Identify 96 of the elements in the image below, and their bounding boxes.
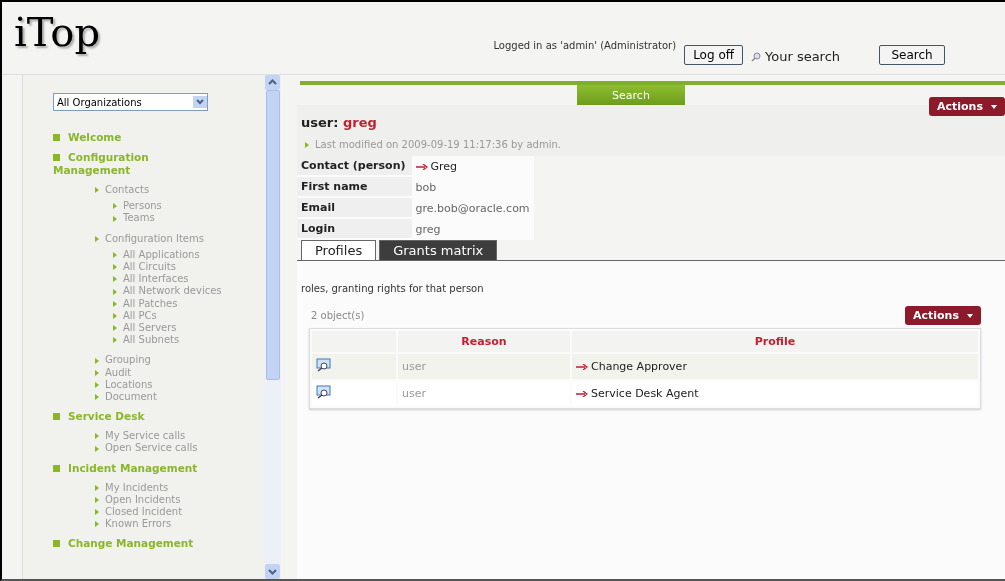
menu-item[interactable]: All Circuits: [113, 261, 264, 274]
bullet-icon: [95, 394, 99, 401]
bullet-icon: [113, 337, 117, 344]
bullet-icon: [95, 509, 99, 516]
table-cell: user: [398, 354, 570, 379]
menu-item[interactable]: Grouping: [95, 354, 264, 367]
bullet-icon: [113, 264, 117, 271]
field-label: First name: [297, 177, 412, 196]
menu-item[interactable]: Known Errors: [95, 518, 264, 531]
bullet-icon: [113, 312, 117, 319]
bullet-icon: [95, 381, 99, 388]
bullet-icon: [53, 413, 60, 421]
tab-description: roles, granting rights for that person: [301, 283, 485, 294]
menu-item[interactable]: All Applications: [113, 248, 264, 261]
bullet-icon: [95, 496, 99, 503]
bullet-icon: [95, 357, 99, 364]
search-icon: [751, 51, 761, 62]
view-icon[interactable]: [316, 358, 332, 372]
menu-item[interactable]: Open Incidents: [95, 493, 264, 507]
bullet-icon: [53, 154, 60, 161]
menu-item[interactable]: Contacts: [95, 184, 264, 197]
column-header: Reason: [398, 331, 570, 352]
menu-section[interactable]: Configuration Management: [53, 151, 198, 177]
profile-link[interactable]: Change Approver: [591, 360, 687, 373]
scroll-up-icon[interactable]: [265, 75, 280, 90]
menu-item[interactable]: All Network devices: [113, 285, 264, 298]
object-count: 2 object(s): [311, 310, 365, 321]
bullet-icon: [305, 141, 309, 148]
search-tab[interactable]: Search: [577, 85, 685, 105]
menu-item[interactable]: All Patches: [113, 297, 264, 310]
scroll-down-icon[interactable]: [265, 564, 280, 579]
bullet-icon: [95, 369, 99, 376]
bullet-icon: [113, 276, 117, 283]
logo: iTop: [14, 12, 101, 52]
menu-item[interactable]: Persons: [113, 200, 264, 213]
arrow-icon: [576, 363, 588, 370]
bullet-icon: [53, 540, 60, 548]
table-cell: user: [398, 381, 570, 406]
dropdown-icon: [193, 96, 207, 108]
bullet-icon: [113, 251, 117, 258]
menu-item[interactable]: Teams: [113, 212, 264, 225]
organization-select[interactable]: All Organizations: [53, 93, 208, 111]
tab[interactable]: Profiles: [301, 240, 377, 260]
bullet-icon: [113, 288, 117, 295]
logoff-button[interactable]: Log off: [684, 45, 743, 65]
field-label: Email: [297, 198, 412, 217]
bullet-icon: [95, 433, 99, 440]
menu-section[interactable]: Incident Management: [53, 461, 198, 475]
menu-item[interactable]: Open Service calls: [95, 442, 264, 455]
bullet-icon: [95, 484, 99, 491]
column-header: Profile: [572, 331, 978, 352]
scrollbar-thumb[interactable]: [265, 90, 280, 380]
field-value: bob: [415, 181, 437, 194]
bullet-icon: [95, 187, 99, 194]
menu-item[interactable]: Configuration Items: [95, 232, 264, 245]
field-label: Login: [297, 219, 412, 238]
bullet-icon: [95, 445, 99, 452]
menu-item[interactable]: Document: [95, 391, 264, 404]
bullet-icon: [95, 521, 99, 528]
bullet-icon: [53, 134, 60, 141]
menu-item[interactable]: Audit: [95, 366, 264, 379]
field-label: Contact (person): [297, 156, 412, 175]
actions-button[interactable]: Actions: [929, 97, 1005, 116]
bullet-icon: [113, 203, 117, 210]
search-field[interactable]: Your search: [765, 49, 865, 64]
field-value: greg: [415, 223, 441, 236]
caret-icon: [991, 104, 997, 109]
menu-item[interactable]: Locations: [95, 378, 264, 392]
last-modified: Last modified on 2009-09-19 11:17:36 by admin.: [315, 139, 561, 150]
menu-section[interactable]: Welcome: [53, 131, 198, 144]
search-button[interactable]: Search: [879, 45, 945, 65]
arrow-icon: [576, 390, 588, 397]
menu-item[interactable]: All Servers: [113, 322, 264, 335]
bullet-icon: [113, 215, 117, 222]
view-icon[interactable]: [316, 385, 332, 399]
tab[interactable]: Grants matrix: [379, 240, 498, 260]
menu-item[interactable]: All Subnets: [113, 334, 264, 347]
bullet-icon: [53, 464, 60, 472]
arrow-icon: [415, 163, 428, 170]
caret-icon: [967, 313, 973, 318]
menu-item[interactable]: My Service calls: [95, 430, 264, 443]
menu-section[interactable]: Change Management: [53, 537, 198, 551]
field-link[interactable]: Greg: [430, 160, 458, 173]
profile-link[interactable]: Service Desk Agent: [591, 387, 699, 400]
bullet-icon: [113, 325, 117, 332]
bullet-icon: [95, 235, 99, 242]
menu-item[interactable]: Closed Incident: [95, 506, 264, 519]
menu-section[interactable]: Service Desk: [53, 410, 198, 424]
actions-button[interactable]: Actions: [905, 306, 981, 325]
menu-item[interactable]: All PCs: [113, 309, 264, 323]
menu-item[interactable]: All Interfaces: [113, 273, 264, 286]
object-title: user: greg: [301, 114, 377, 132]
menu-item[interactable]: My Incidents: [95, 481, 264, 494]
bullet-icon: [113, 300, 117, 307]
login-status: Logged in as 'admin' (Administrator): [493, 39, 677, 51]
field-value: gre.bob@oracle.com: [415, 202, 530, 215]
